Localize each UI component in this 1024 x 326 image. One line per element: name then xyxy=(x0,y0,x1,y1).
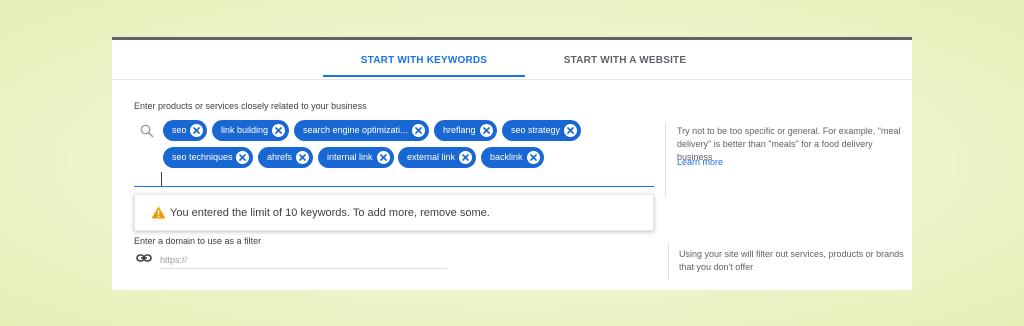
help-divider xyxy=(665,122,666,197)
tab-bar: START WITH KEYWORDS START WITH A WEBSITE xyxy=(112,40,912,80)
keywords-label: Enter products or services closely relat… xyxy=(134,101,367,111)
keyword-limit-warning: You entered the limit of 10 keywords. To… xyxy=(134,194,654,231)
keywords-input-underline[interactable] xyxy=(134,186,654,187)
keyword-chip[interactable]: external link xyxy=(398,147,476,168)
remove-chip-icon[interactable] xyxy=(190,124,203,137)
active-tab-indicator xyxy=(323,75,525,77)
keyword-chip[interactable]: internal link xyxy=(318,147,394,168)
chip-label: link building xyxy=(221,125,269,135)
remove-chip-icon[interactable] xyxy=(272,124,285,137)
chip-label: seo strategy xyxy=(511,125,561,135)
tab-start-with-website[interactable]: START WITH A WEBSITE xyxy=(525,40,725,79)
chip-label: ahrefs xyxy=(267,152,293,162)
keyword-chip[interactable]: search engine optimizati... xyxy=(294,120,429,141)
keyword-planner-card: START WITH KEYWORDS START WITH A WEBSITE… xyxy=(112,37,912,290)
keyword-chip[interactable]: seo techniques xyxy=(163,147,253,168)
help-divider xyxy=(668,243,669,280)
keyword-chip[interactable]: ahrefs xyxy=(258,147,313,168)
domain-help-text: Using your site will filter out services… xyxy=(679,249,904,272)
chip-label: search engine optimizati... xyxy=(303,125,408,135)
learn-more-link[interactable]: Learn more xyxy=(677,157,723,167)
chip-label: seo techniques xyxy=(172,152,233,162)
keyword-chip[interactable]: seo xyxy=(163,120,207,141)
keyword-chip[interactable]: seo strategy xyxy=(502,120,581,141)
keyword-chip[interactable]: link building xyxy=(212,120,289,141)
remove-chip-icon[interactable] xyxy=(480,124,493,137)
tab-start-with-keywords[interactable]: START WITH KEYWORDS xyxy=(323,40,525,79)
domain-label: Enter a domain to use as a filter xyxy=(134,236,262,246)
warning-text: You entered the limit of 10 keywords. To… xyxy=(170,207,490,219)
remove-chip-icon[interactable] xyxy=(412,124,425,137)
text-cursor xyxy=(161,172,162,186)
chip-label: hreflang xyxy=(443,125,476,135)
keyword-chip[interactable]: hreflang xyxy=(434,120,497,141)
chip-label: seo xyxy=(172,125,187,135)
chip-label: internal link xyxy=(327,152,373,162)
chip-label: backlink xyxy=(490,152,523,162)
keyword-chip[interactable]: backlink xyxy=(481,147,544,168)
link-icon xyxy=(136,254,152,262)
search-icon xyxy=(140,124,154,138)
remove-chip-icon[interactable] xyxy=(377,151,390,164)
chip-label: external link xyxy=(407,152,456,162)
remove-chip-icon[interactable] xyxy=(236,151,249,164)
remove-chip-icon[interactable] xyxy=(564,124,577,137)
remove-chip-icon[interactable] xyxy=(527,151,540,164)
remove-chip-icon[interactable] xyxy=(296,151,309,164)
domain-filter-input[interactable] xyxy=(160,251,447,269)
remove-chip-icon[interactable] xyxy=(459,151,472,164)
warning-icon xyxy=(151,206,166,219)
